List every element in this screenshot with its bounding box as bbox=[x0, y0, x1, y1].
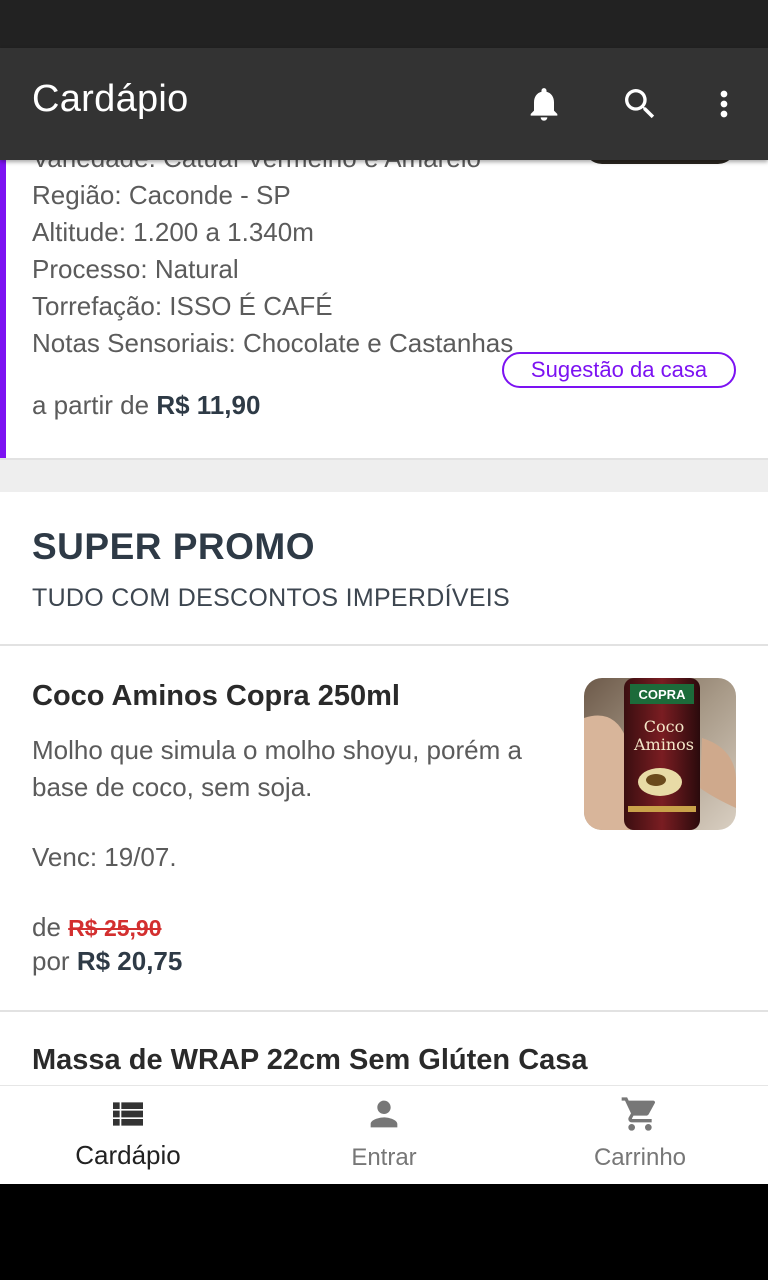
section-title: SUPER PROMO bbox=[32, 526, 316, 567]
description-line: Variedade: Catuaí Vermelho e Amarelo bbox=[32, 160, 592, 177]
price-prefix: a partir de bbox=[32, 390, 150, 420]
product-image bbox=[584, 160, 736, 164]
nav-item-carrinho[interactable]: Carrinho bbox=[512, 1086, 768, 1185]
price: a partir de R$ 11,90 bbox=[32, 390, 260, 421]
page-title: Cardápio bbox=[32, 78, 189, 120]
app-bar: Cardápio bbox=[0, 48, 768, 160]
more-vert-icon[interactable] bbox=[704, 84, 744, 124]
cart-icon bbox=[620, 1094, 660, 1134]
product-image[interactable]: COPRA Coco Aminos bbox=[584, 678, 736, 830]
person-icon bbox=[364, 1094, 404, 1134]
old-price-prefix: de bbox=[32, 912, 61, 942]
image-brand-label: COPRA bbox=[639, 687, 687, 702]
section-header: SUPER PROMO TUDO COM DESCONTOS IMPERDÍVE… bbox=[0, 492, 768, 646]
old-price: R$ 25,90 bbox=[68, 915, 162, 941]
old-price-row: de R$ 25,90 bbox=[32, 912, 162, 943]
section-subtitle: TUDO COM DESCONTOS IMPERDÍVEIS bbox=[32, 584, 511, 612]
product-description: Variedade: Catuaí Vermelho e Amarelo Reg… bbox=[32, 160, 592, 362]
product-expiry: Venc: 19/07. bbox=[32, 842, 177, 872]
suggestion-accent-bar bbox=[0, 160, 6, 458]
suggestion-badge: Sugestão da casa bbox=[502, 352, 736, 388]
new-price-prefix: por bbox=[32, 946, 70, 976]
image-label-line1: Coco bbox=[644, 717, 684, 736]
price-value: R$ 11,90 bbox=[156, 390, 261, 420]
nav-label: Cardápio bbox=[75, 1140, 181, 1170]
bell-icon[interactable] bbox=[524, 84, 564, 124]
description-line: Região: Caconde - SP bbox=[32, 180, 291, 210]
description-line: Processo: Natural bbox=[32, 254, 239, 284]
status-bar bbox=[0, 0, 768, 48]
nav-label: Entrar bbox=[351, 1144, 417, 1171]
product-name[interactable]: Massa de WRAP 22cm Sem Glúten Casa bbox=[32, 1044, 588, 1077]
image-label-line2: Aminos bbox=[633, 735, 694, 754]
system-navigation-bar bbox=[0, 1184, 768, 1280]
product-name: Coco Aminos Copra 250ml bbox=[32, 680, 400, 712]
nav-item-entrar[interactable]: Entrar bbox=[256, 1086, 512, 1185]
nav-label: Carrinho bbox=[593, 1144, 687, 1171]
list-item[interactable]: Coco Aminos Copra 250ml Molho que simula… bbox=[0, 646, 768, 1012]
bottom-navigation: Cardápio Entrar Carrinho bbox=[0, 1085, 768, 1184]
new-price: R$ 20,75 bbox=[76, 946, 183, 976]
menu-list[interactable]: Variedade: Catuaí Vermelho e Amarelo Reg… bbox=[0, 160, 768, 1085]
description-line: Altitude: 1.200 a 1.340m bbox=[32, 217, 314, 247]
new-price-row: por R$ 20,75 bbox=[32, 946, 182, 977]
description-line: Torrefação: ISSO É CAFÉ bbox=[32, 291, 333, 321]
list-item[interactable]: Variedade: Catuaí Vermelho e Amarelo Reg… bbox=[0, 160, 768, 458]
nav-item-cardapio[interactable]: Cardápio bbox=[0, 1086, 256, 1185]
search-icon[interactable] bbox=[620, 84, 660, 124]
list-icon bbox=[108, 1094, 148, 1134]
section-divider bbox=[0, 458, 768, 492]
product-description: Molho que simula o molho shoyu, porém a … bbox=[32, 735, 522, 802]
